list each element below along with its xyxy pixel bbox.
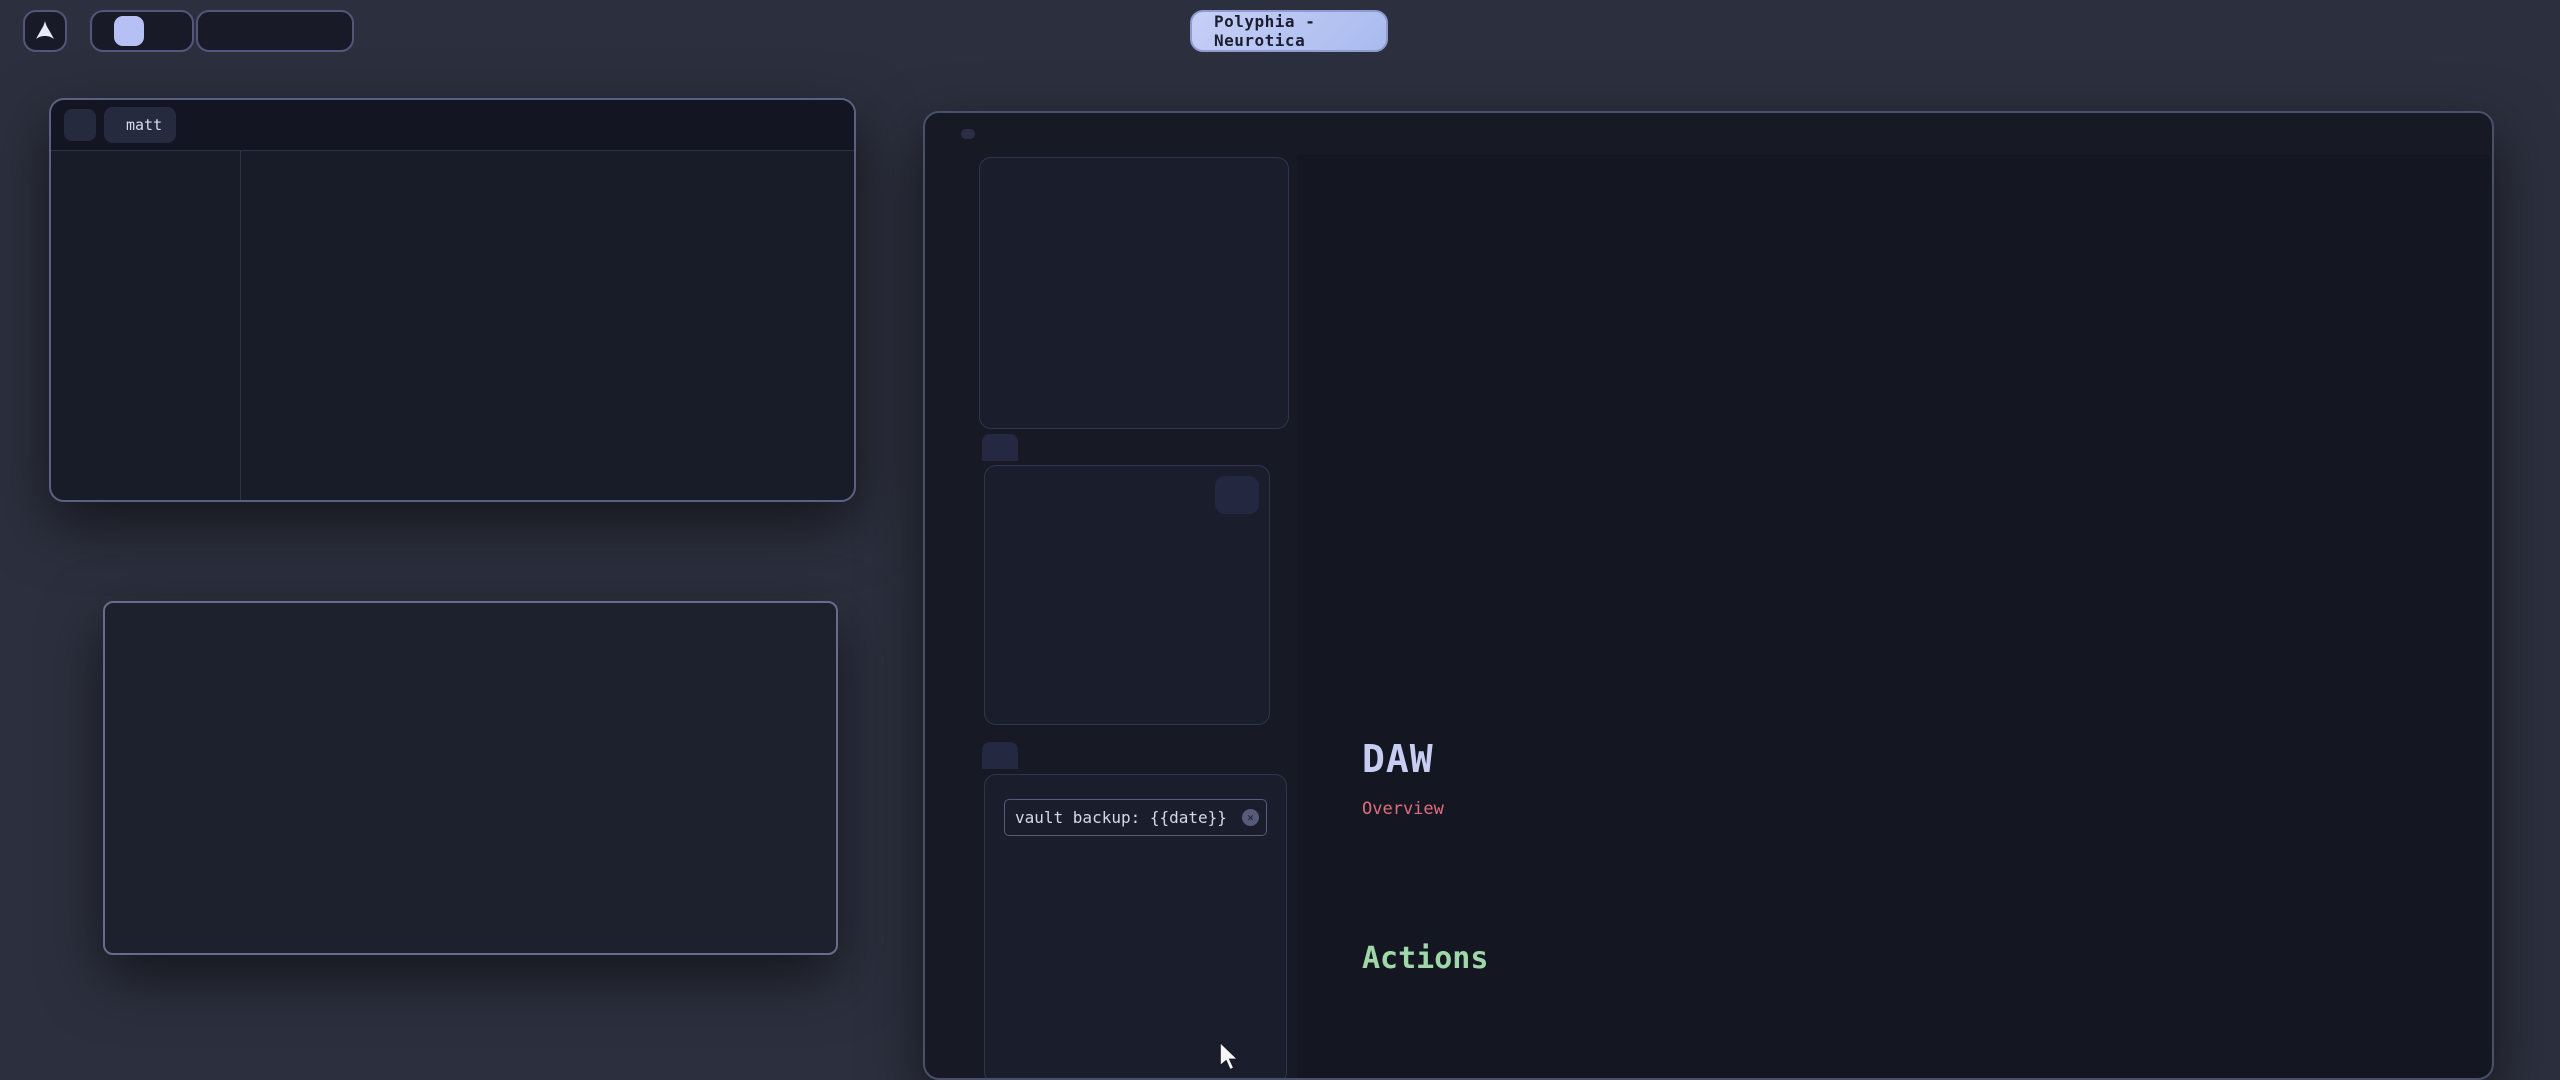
now-playing-widget[interactable]: Polyphia - Neurotica (1190, 10, 1388, 52)
now-playing-title: Polyphia - Neurotica (1214, 12, 1373, 50)
file-grid (241, 150, 854, 500)
git-panel-tab[interactable] (982, 742, 1018, 769)
mouse-cursor (1218, 1042, 1244, 1072)
active-workspace-tile[interactable] (114, 16, 144, 46)
note-title: DAW (1362, 737, 1434, 781)
obsidian-editor-pane: DAW Overview Actions (1297, 155, 2490, 1078)
actions-heading: Actions (1362, 941, 1488, 976)
background-code-window (1297, 155, 2490, 675)
back-button[interactable] (64, 109, 96, 141)
breadcrumb-label: matt (126, 116, 162, 134)
breadcrumb[interactable]: matt (104, 107, 176, 143)
graph-view-panel (984, 465, 1270, 725)
app-launcher-button[interactable] (23, 10, 67, 52)
maze-art-canvas (105, 603, 836, 953)
file-explorer-panel (979, 157, 1289, 429)
obsidian-window: ✕ DAW Overview Actions (923, 111, 2494, 1080)
commit-message-input[interactable] (1004, 799, 1267, 836)
taskbar-window-list[interactable] (196, 10, 354, 52)
overview-heading: Overview (1362, 799, 1444, 819)
clear-message-icon[interactable]: ✕ (1242, 809, 1259, 826)
graph-panel-tab[interactable] (982, 434, 1018, 461)
obsidian-tab-bar (925, 113, 2492, 155)
file-manager-window: matt (49, 98, 856, 502)
files-view-icon[interactable] (961, 129, 975, 139)
git-source-control-panel: ✕ (984, 774, 1287, 1080)
obsidian-ribbon (925, 155, 971, 1078)
workspace-switcher[interactable] (90, 10, 194, 52)
file-manager-sidebar (51, 150, 241, 500)
generative-art-window (103, 601, 838, 955)
file-manager-toolbar: matt (51, 100, 854, 151)
